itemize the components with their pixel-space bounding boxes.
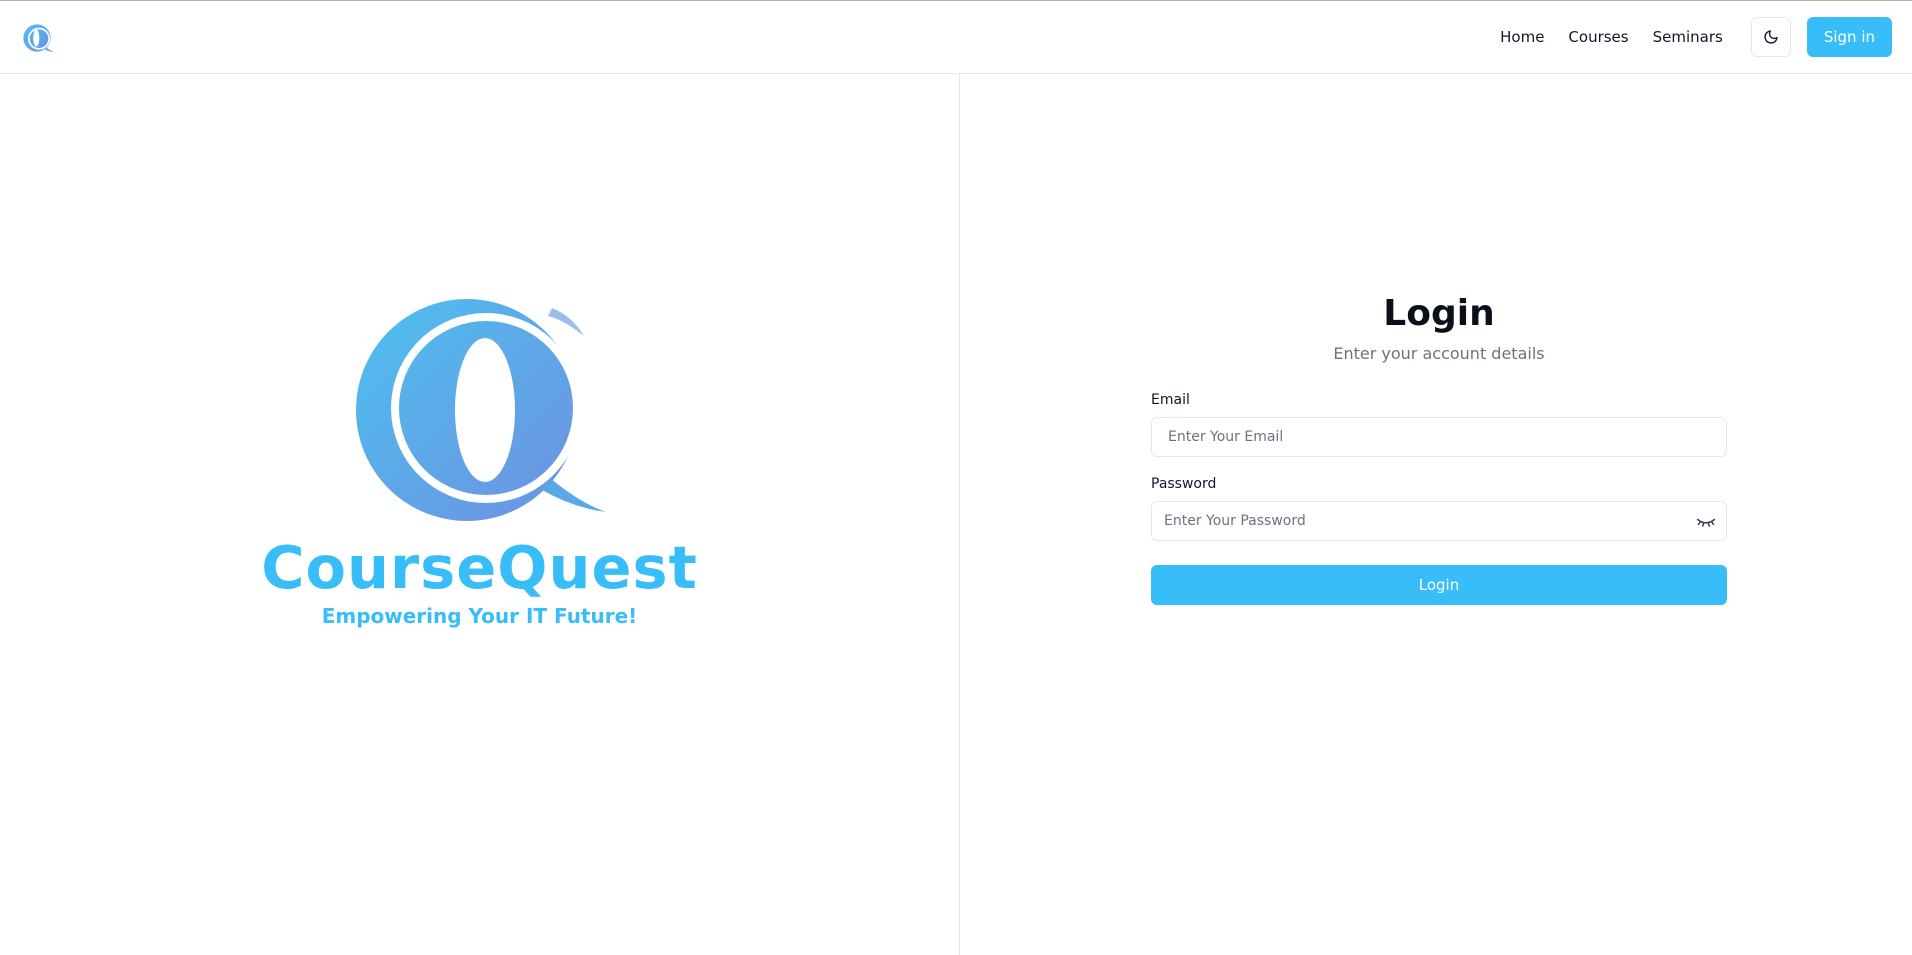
eye-closed-icon[interactable]	[1696, 514, 1716, 530]
nav-link-home[interactable]: Home	[1500, 28, 1544, 46]
nav-link-courses[interactable]: Courses	[1568, 28, 1628, 46]
nav-link-seminars[interactable]: Seminars	[1653, 28, 1723, 46]
email-input[interactable]	[1152, 418, 1726, 456]
password-input[interactable]	[1152, 502, 1726, 540]
brand-name: CourseQuest	[261, 533, 698, 602]
theme-toggle-button[interactable]	[1750, 17, 1791, 57]
nav-links: Home Courses Seminars Sign in	[1500, 17, 1892, 57]
brand-panel: CourseQuest Empowering Your IT Future!	[0, 74, 959, 955]
password-label: Password	[1151, 476, 1217, 492]
login-form: Login Enter your account details Email P…	[1151, 290, 1727, 605]
moon-icon	[1764, 30, 1778, 44]
top-navbar: Home Courses Seminars Sign in	[0, 1, 1912, 74]
coursequest-large-logo-icon	[356, 299, 606, 521]
login-title: Login	[1383, 293, 1495, 334]
password-field-wrapper	[1151, 501, 1727, 541]
sign-in-button[interactable]: Sign in	[1806, 17, 1892, 57]
login-submit-button[interactable]: Login	[1151, 565, 1727, 605]
brand-tagline: Empowering Your IT Future!	[321, 604, 638, 628]
coursequest-logo-icon[interactable]	[22, 21, 56, 55]
email-field-wrapper	[1151, 417, 1727, 457]
panel-divider	[959, 74, 960, 955]
email-label: Email	[1151, 392, 1190, 408]
login-subtitle: Enter your account details	[1333, 344, 1545, 363]
